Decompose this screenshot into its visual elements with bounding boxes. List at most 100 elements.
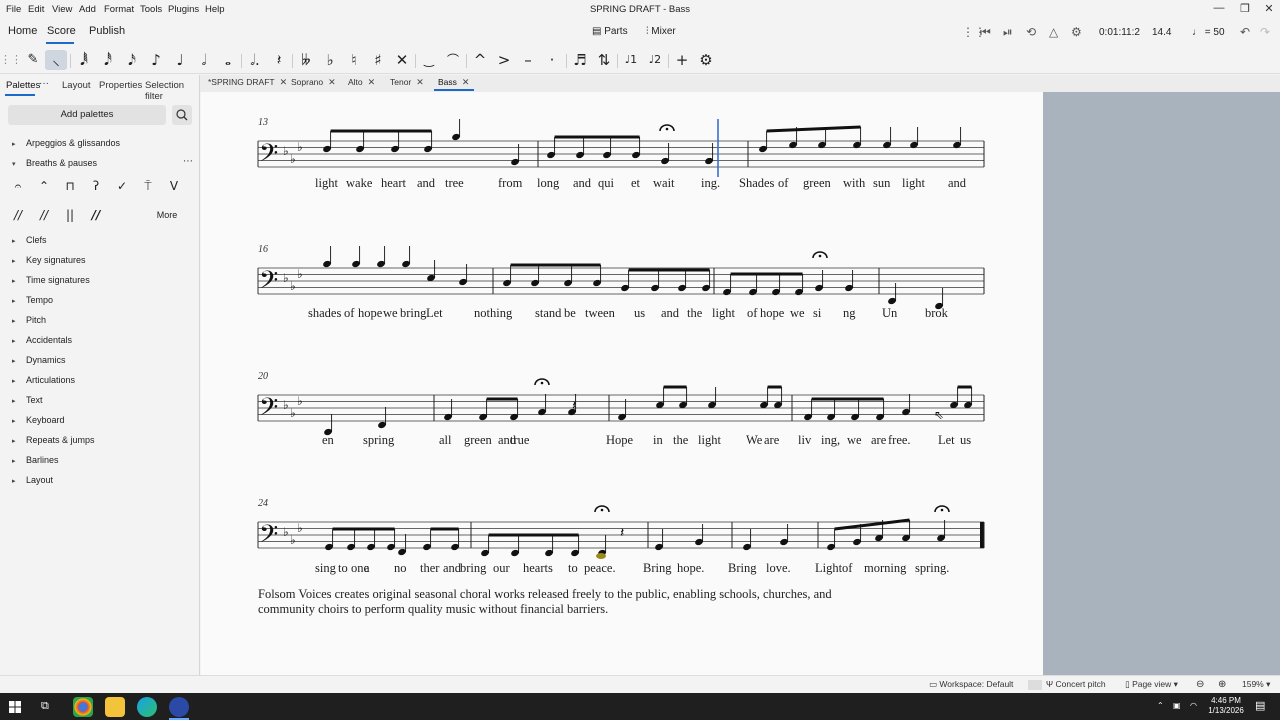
lyric-syllable[interactable]: tree: [445, 176, 464, 191]
lyric-syllable[interactable]: in: [653, 433, 663, 448]
palette-accidentals[interactable]: ▸ Accidentals: [12, 335, 72, 345]
marcato-icon[interactable]: ^: [469, 50, 491, 70]
playback-settings-icon[interactable]: ⚙: [1071, 25, 1082, 39]
lyric-syllable[interactable]: light: [698, 433, 721, 448]
score-canvas[interactable]: 𝄢 ♭ ♭ ♭ 𝄢 ♭ ♭ ♭ 𝄢 ♭ ♭ ♭ 𝄢 ♭ ♭ ♭ 𝄽 𝄽 ⇖ 13 16 20 24 light wak…: [201, 92, 1280, 675]
lyric-syllable[interactable]: the: [687, 306, 702, 321]
lyric-syllable[interactable]: Hope: [606, 433, 633, 448]
breath-mark-comma-icon[interactable]: ʔ: [83, 173, 109, 199]
curved-caesura-icon[interactable]: //: [31, 202, 57, 228]
score-page[interactable]: 𝄢 ♭ ♭ ♭ 𝄢 ♭ ♭ ♭ 𝄢 ♭ ♭ ♭ 𝄢 ♭ ♭ ♭ 𝄽 𝄽 ⇖ 13 16 20 24 light wak…: [201, 92, 1043, 675]
lyric-syllable[interactable]: are: [764, 433, 779, 448]
tie-icon[interactable]: ‿: [418, 50, 440, 70]
lyric-syllable[interactable]: from: [498, 176, 522, 191]
lyric-syllable[interactable]: si: [813, 306, 821, 321]
customize-toolbar-icon[interactable]: ⚙: [695, 50, 717, 70]
double-sharp-icon[interactable]: ✕: [391, 50, 413, 70]
zoom-in-icon[interactable]: ⊕: [1218, 679, 1226, 690]
lyric-syllable[interactable]: hope.: [677, 561, 704, 576]
lyric-syllable[interactable]: and: [948, 176, 966, 191]
lyric-syllable[interactable]: hearts: [523, 561, 553, 576]
tab-properties[interactable]: Properties: [99, 80, 142, 91]
lyric-syllable[interactable]: wake: [346, 176, 372, 191]
breath-mark-upbow-icon[interactable]: V: [161, 173, 187, 199]
lyric-syllable[interactable]: sing: [315, 561, 336, 576]
whole-note-icon[interactable]: 𝅝: [217, 50, 239, 70]
redo-icon[interactable]: ↷: [1260, 25, 1270, 39]
lyric-syllable[interactable]: liv: [798, 433, 811, 448]
short-fermata-icon[interactable]: ⌃: [31, 173, 57, 199]
slur-icon[interactable]: ⌒: [442, 50, 464, 70]
add-icon[interactable]: +: [671, 50, 693, 70]
quarter-rest[interactable]: 𝄽: [572, 398, 576, 414]
lyric-syllable[interactable]: true: [510, 433, 529, 448]
zoom-dropdown[interactable]: 159% ▾: [1242, 679, 1270, 690]
lyric-syllable[interactable]: hope: [760, 306, 784, 321]
short-caesura-icon[interactable]: ||: [57, 202, 83, 228]
bass-clef-icon[interactable]: 𝄢: [259, 266, 278, 301]
lyric-syllable[interactable]: and: [417, 176, 435, 191]
lyric-syllable[interactable]: nothing: [474, 306, 512, 321]
key-signature-flat[interactable]: ♭: [290, 279, 296, 293]
beam[interactable]: [766, 125, 861, 133]
lyric-syllable[interactable]: light: [712, 306, 735, 321]
chrome-icon[interactable]: [73, 697, 93, 717]
quarter-rest[interactable]: 𝄽: [620, 525, 624, 541]
close-tab-icon[interactable]: ✕: [328, 77, 336, 87]
lyric-syllable[interactable]: et: [631, 176, 640, 191]
key-signature-flat[interactable]: ♭: [297, 521, 303, 535]
sharp-icon[interactable]: ♯: [367, 50, 389, 70]
voice-2-icon[interactable]: ♩2: [644, 50, 666, 70]
add-palettes-button[interactable]: Add palettes: [8, 105, 166, 125]
close-tab-icon[interactable]: ✕: [280, 77, 288, 87]
tab-publish[interactable]: Publish: [89, 25, 125, 37]
lyric-syllable[interactable]: to: [568, 561, 578, 576]
bass-clef-icon[interactable]: 𝄢: [259, 139, 278, 174]
lyric-syllable[interactable]: Light: [815, 561, 842, 576]
tuplet-icon[interactable]: ♬: [569, 50, 591, 70]
palette-layout[interactable]: ▸ Layout: [12, 475, 53, 485]
more-button[interactable]: More: [140, 202, 194, 228]
lyric-syllable[interactable]: light: [902, 176, 925, 191]
fermata-dot[interactable]: [600, 508, 604, 512]
tab-palettes[interactable]: Palettes: [6, 80, 40, 91]
lyric-syllable[interactable]: long: [537, 176, 559, 191]
lyric-syllable[interactable]: green: [464, 433, 492, 448]
palette-clefs[interactable]: ▸ Clefs: [12, 235, 47, 245]
lyric-syllable[interactable]: we: [383, 306, 398, 321]
palette-time-signatures[interactable]: ▸ Time signatures: [12, 275, 90, 285]
edge-icon[interactable]: [137, 697, 157, 717]
32nd-note-icon[interactable]: 𝅘𝅥𝅰: [97, 50, 119, 70]
lyric-syllable[interactable]: brok: [925, 306, 948, 321]
tab-selection-filter[interactable]: Selection filter: [145, 80, 199, 102]
palette-barlines[interactable]: ▸ Barlines: [12, 455, 59, 465]
concert-pitch-checkbox[interactable]: [1028, 680, 1042, 690]
lyric-syllable[interactable]: our: [493, 561, 510, 576]
rest-icon[interactable]: 𝄽: [268, 50, 290, 70]
lyric-syllable[interactable]: us: [960, 433, 971, 448]
breath-mark-salzedo-icon[interactable]: ⍑: [135, 173, 161, 199]
staccato-icon[interactable]: ·: [541, 50, 563, 70]
caesura-icon[interactable]: //: [5, 202, 31, 228]
accent-icon[interactable]: >: [493, 50, 515, 70]
lyric-syllable[interactable]: sun: [873, 176, 890, 191]
undo-icon[interactable]: ↶: [1240, 25, 1250, 39]
lyric-syllable[interactable]: no: [394, 561, 407, 576]
mouse-pointer-icon[interactable]: ⇖: [934, 408, 944, 422]
palette-text[interactable]: ▸ Text: [12, 395, 43, 405]
tab-layout[interactable]: Layout: [62, 80, 91, 91]
lyric-syllable[interactable]: with: [843, 176, 865, 191]
toolbar-drag-icon[interactable]: ⋮⋮: [0, 50, 22, 70]
lyric-syllable[interactable]: free.: [888, 433, 911, 448]
concert-pitch-toggle[interactable]: Ψ Concert pitch: [1046, 679, 1106, 689]
lyric-syllable[interactable]: and: [443, 561, 461, 576]
doc-tab-alto[interactable]: Alto ✕: [348, 77, 375, 88]
voice-1-icon[interactable]: ♩1: [620, 50, 642, 70]
bass-clef-icon[interactable]: 𝄢: [259, 393, 278, 428]
palette-tab-menu-icon[interactable]: ···: [39, 78, 49, 89]
tray-app-icon[interactable]: ▣: [1173, 701, 1181, 710]
key-signature-flat[interactable]: ♭: [290, 152, 296, 166]
lyric-syllable[interactable]: the: [673, 433, 688, 448]
fermata-dot[interactable]: [940, 508, 944, 512]
close-tab-icon[interactable]: ✕: [416, 77, 424, 87]
